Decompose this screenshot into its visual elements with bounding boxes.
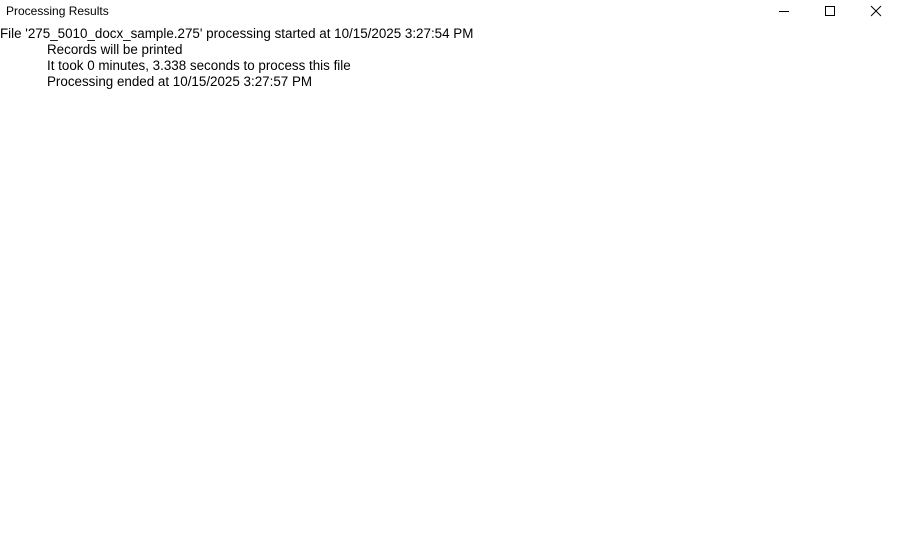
log-header-line: File '275_5010_docx_sample.275' processi…: [0, 26, 474, 41]
close-button[interactable]: [853, 0, 899, 22]
maximize-icon: [825, 6, 835, 16]
results-text-area: File '275_5010_docx_sample.275' processi…: [0, 26, 473, 90]
log-detail-line: It took 0 minutes, 3.338 seconds to proc…: [47, 58, 351, 73]
minimize-icon: [779, 11, 789, 12]
window-controls: [761, 0, 899, 22]
close-icon: [870, 5, 882, 17]
minimize-button[interactable]: [761, 0, 807, 22]
processing-results-window: Processing Results File '275_5010_docx_s…: [0, 0, 899, 542]
log-detail-line: Processing ended at 10/15/2025 3:27:57 P…: [47, 74, 313, 89]
log-detail-line: Records will be printed: [47, 42, 183, 57]
maximize-button[interactable]: [807, 0, 853, 22]
window-title: Processing Results: [6, 4, 109, 18]
title-bar[interactable]: Processing Results: [0, 0, 899, 22]
